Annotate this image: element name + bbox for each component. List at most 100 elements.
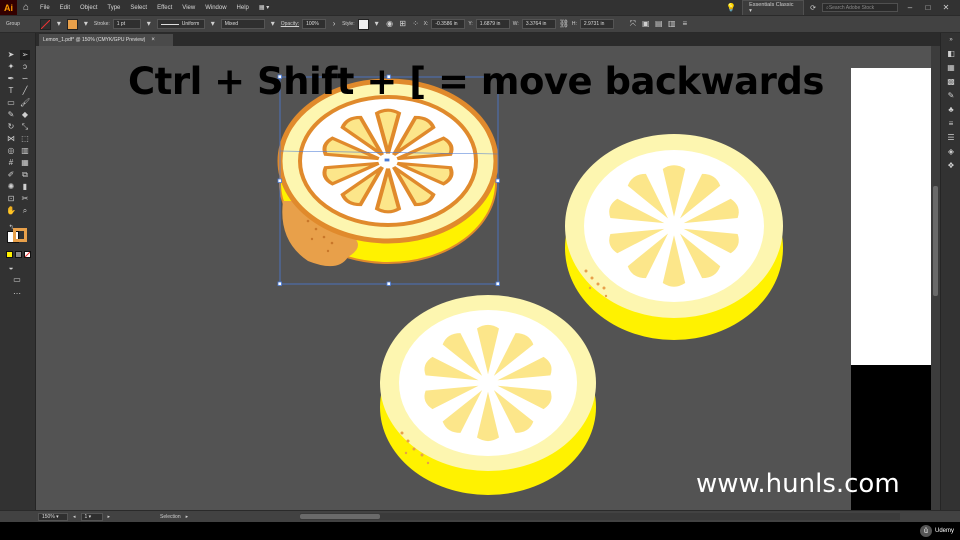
- mesh-tool-icon[interactable]: #: [6, 158, 16, 168]
- arrange-documents-icon[interactable]: ▦ ▾: [254, 4, 274, 11]
- gradient-mode-swatch[interactable]: [15, 251, 22, 258]
- align-icon[interactable]: ⊞: [398, 19, 408, 29]
- stroke-profile-select[interactable]: Uniform: [156, 19, 205, 29]
- none-mode-swatch[interactable]: [24, 251, 31, 258]
- menu-view[interactable]: View: [177, 5, 200, 11]
- chevron-left-icon[interactable]: ◂: [73, 514, 76, 520]
- panel-menu-icon[interactable]: ≡: [680, 19, 690, 29]
- y-position-input[interactable]: 1.6879 in: [475, 19, 510, 29]
- more-tools-icon[interactable]: ⋯: [12, 289, 22, 299]
- slice-tool-icon[interactable]: ✂: [20, 194, 30, 204]
- menu-select[interactable]: Select: [125, 5, 152, 11]
- lightbulb-icon[interactable]: 💡: [726, 3, 736, 12]
- workspace-switcher[interactable]: Essentials Classic ▾: [742, 0, 805, 16]
- minimize-button[interactable]: –: [904, 3, 916, 12]
- rectangle-tool-icon[interactable]: ▭: [6, 98, 16, 108]
- chevron-down-icon[interactable]: ▾: [54, 19, 64, 29]
- menu-window[interactable]: Window: [200, 5, 231, 11]
- transform-reference-icon[interactable]: ⁘: [411, 19, 421, 29]
- drawing-modes-icon[interactable]: ◒: [6, 263, 16, 273]
- vertical-scrollbar[interactable]: [931, 46, 940, 510]
- hand-tool-icon[interactable]: ✋: [6, 206, 16, 216]
- curvature-tool-icon[interactable]: ∽: [20, 74, 30, 84]
- vertical-scrollbar-thumb[interactable]: [933, 186, 938, 296]
- lasso-tool-icon[interactable]: ↄ: [20, 62, 30, 72]
- paintbrush-tool-icon[interactable]: 🖌: [20, 98, 30, 108]
- maximize-button[interactable]: □: [922, 3, 934, 12]
- width-tool-icon[interactable]: ⋈: [6, 134, 16, 144]
- rotate-tool-icon[interactable]: ↻: [6, 122, 16, 132]
- type-tool-icon[interactable]: T: [6, 86, 16, 96]
- zoom-tool-icon[interactable]: ⌕: [20, 206, 30, 216]
- opacity-input[interactable]: 100%: [302, 19, 327, 29]
- chevron-down-icon[interactable]: ▾: [144, 19, 154, 29]
- color-guide-icon[interactable]: ▦: [946, 63, 956, 73]
- height-input[interactable]: 2.9731 in: [579, 19, 614, 29]
- stroke-panel-icon[interactable]: ≡: [946, 119, 956, 129]
- chevron-down-icon[interactable]: ▾: [372, 19, 382, 29]
- zoom-level-select[interactable]: 150% ▾: [38, 512, 68, 521]
- lemon-slice-bottom[interactable]: [380, 295, 596, 495]
- swatches-panel-icon[interactable]: ▩: [946, 77, 956, 87]
- screen-mode-icon[interactable]: ▭: [12, 275, 22, 285]
- opacity-label[interactable]: Opacity:: [281, 21, 299, 27]
- stock-search-input[interactable]: ⌕ Search Adobe Stock: [822, 3, 898, 12]
- menu-effect[interactable]: Effect: [152, 5, 177, 11]
- link-icon[interactable]: ⛓: [559, 19, 569, 29]
- preferences-icon[interactable]: ▥: [667, 19, 677, 29]
- graphic-style-swatch[interactable]: [357, 18, 369, 30]
- chevron-down-icon[interactable]: ▾: [268, 19, 278, 29]
- menu-edit[interactable]: Edit: [55, 5, 75, 11]
- horizontal-scrollbar[interactable]: [300, 513, 900, 520]
- isolate-group-icon[interactable]: ▣: [641, 19, 651, 29]
- scale-tool-icon[interactable]: ⤡: [20, 122, 30, 132]
- menu-file[interactable]: File: [35, 5, 55, 11]
- libraries-panel-icon[interactable]: ❖: [946, 161, 956, 171]
- menu-object[interactable]: Object: [75, 5, 102, 11]
- brushes-panel-icon[interactable]: ✎: [946, 91, 956, 101]
- selection-tool-icon[interactable]: ➤: [6, 50, 16, 60]
- line-tool-icon[interactable]: ╱: [20, 86, 30, 96]
- direct-selection-tool-icon[interactable]: ➢: [20, 50, 30, 60]
- free-transform-tool-icon[interactable]: ⬚: [20, 134, 30, 144]
- pencil-tool-icon[interactable]: ✎: [6, 110, 16, 120]
- eyedropper-tool-icon[interactable]: ✐: [6, 170, 16, 180]
- gradient-tool-icon[interactable]: ▦: [20, 158, 30, 168]
- symbols-panel-icon[interactable]: ♣: [946, 105, 956, 115]
- artboard-tool-icon[interactable]: ⊡: [6, 194, 16, 204]
- width-input[interactable]: 3.3764 in: [521, 19, 556, 29]
- stroke-color-swatch[interactable]: [13, 228, 27, 242]
- blend-tool-icon[interactable]: ⧉: [20, 170, 30, 180]
- eraser-tool-icon[interactable]: ◆: [20, 110, 30, 120]
- menu-help[interactable]: Help: [232, 5, 254, 11]
- artboard-number-select[interactable]: 1 ▾: [80, 512, 103, 521]
- column-graph-tool-icon[interactable]: ▮: [20, 182, 30, 192]
- chevron-down-icon[interactable]: ▾: [208, 19, 218, 29]
- recolor-artwork-icon[interactable]: ◉: [385, 19, 395, 29]
- sync-icon[interactable]: ⟳: [810, 4, 816, 12]
- color-mode-swatch[interactable]: [6, 251, 13, 258]
- properties-panel-icon[interactable]: ☰: [946, 133, 956, 143]
- lemon-slice-selected[interactable]: [277, 78, 499, 267]
- pen-tool-icon[interactable]: ✒: [6, 74, 16, 84]
- chevron-right-icon[interactable]: ▸: [108, 514, 111, 520]
- menu-type[interactable]: Type: [102, 5, 125, 11]
- color-panel-icon[interactable]: ◧: [946, 49, 956, 59]
- perspective-grid-tool-icon[interactable]: ▥: [20, 146, 30, 156]
- canvas[interactable]: Ctrl + Shift + [ = move backwards www.hu…: [36, 46, 940, 510]
- symbol-sprayer-tool-icon[interactable]: ✺: [6, 182, 16, 192]
- chevron-right-icon[interactable]: ▸: [186, 514, 189, 520]
- fill-none-swatch[interactable]: [39, 18, 51, 30]
- brush-select[interactable]: Mixed: [220, 19, 265, 29]
- x-position-input[interactable]: -0.3586 in: [431, 19, 466, 29]
- horizontal-scrollbar-thumb[interactable]: [300, 514, 380, 519]
- collapse-panels-icon[interactable]: »: [946, 35, 956, 45]
- close-window-button[interactable]: ✕: [940, 3, 952, 12]
- chevron-down-icon[interactable]: ▾: [81, 19, 91, 29]
- stroke-weight-input[interactable]: 1 pt: [112, 19, 141, 29]
- lemon-slice-right[interactable]: [565, 134, 783, 340]
- chevron-right-icon[interactable]: ›: [329, 19, 339, 29]
- shape-builder-tool-icon[interactable]: ◎: [6, 146, 16, 156]
- stroke-swatch[interactable]: [66, 18, 78, 30]
- layers-panel-icon[interactable]: ◈: [946, 147, 956, 157]
